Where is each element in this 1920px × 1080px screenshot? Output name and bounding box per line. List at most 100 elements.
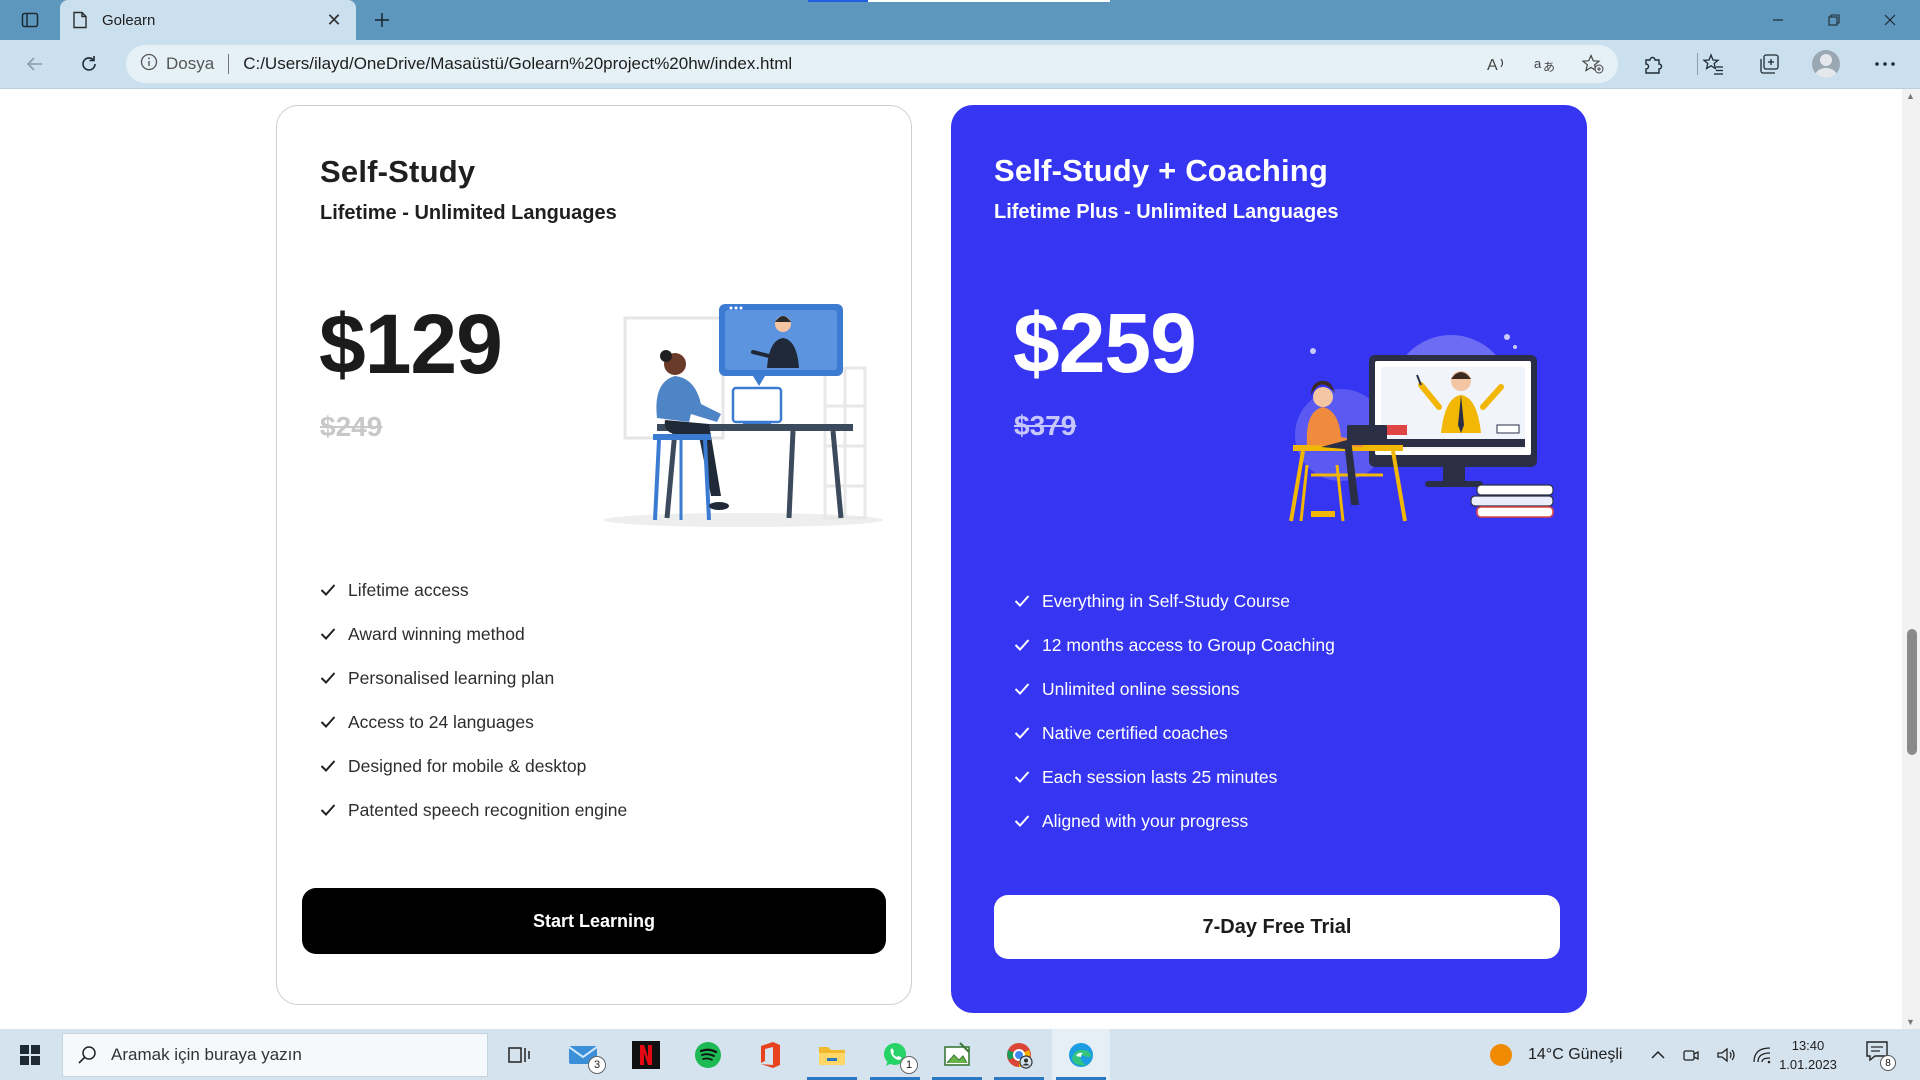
scroll-up-arrow-icon[interactable]: ▲	[1906, 91, 1915, 101]
settings-more-button[interactable]	[1868, 48, 1902, 80]
check-icon	[320, 715, 348, 729]
taskbar-office[interactable]	[741, 1029, 799, 1080]
page-icon	[73, 11, 87, 29]
clock-time: 13:40	[1791, 1038, 1825, 1053]
check-icon	[1014, 726, 1042, 740]
windows-logo-icon	[20, 1045, 40, 1065]
taskbar-whatsapp[interactable]: 1	[866, 1029, 924, 1080]
volume-icon[interactable]	[1716, 1046, 1736, 1064]
taskbar-spotify[interactable]	[679, 1029, 737, 1080]
taskbar-netflix[interactable]	[617, 1029, 675, 1080]
plan-price: $259	[1013, 296, 1197, 390]
taskbar-clock[interactable]: 13:40 1.01.2023	[1766, 1036, 1850, 1074]
plan-old-price: $249	[320, 411, 383, 442]
taskbar-mail[interactable]: 3	[554, 1029, 612, 1080]
svg-text:a: a	[1534, 56, 1542, 71]
ellipsis-icon	[1875, 62, 1895, 66]
collections-button[interactable]	[1752, 48, 1786, 80]
free-trial-button[interactable]: 7-Day Free Trial	[994, 895, 1560, 959]
check-icon	[1014, 594, 1042, 608]
address-bar[interactable]: Dosya C:/Users/ilayd/OneDrive/Masaüstü/G…	[126, 45, 1618, 83]
plan-name: Self-Study + Coaching	[994, 153, 1329, 188]
new-tab-button[interactable]	[366, 4, 398, 36]
feature-item: Everything in Self-Study Course	[1014, 579, 1335, 623]
favorites-icon	[1702, 53, 1723, 75]
tab-actions-button[interactable]	[14, 8, 46, 32]
whatsapp-badge: 1	[900, 1056, 918, 1074]
feature-label: Unlimited online sessions	[1042, 678, 1240, 699]
start-button[interactable]	[10, 1037, 50, 1073]
scroll-down-arrow-icon[interactable]: ▼	[1906, 1017, 1915, 1027]
url-scheme-label: Dosya	[166, 54, 215, 73]
taskbar-image-viewer[interactable]	[928, 1029, 986, 1080]
minimize-button[interactable]	[1750, 0, 1806, 40]
feature-item: Aligned with your progress	[1014, 799, 1335, 843]
svg-text:A: A	[1487, 57, 1498, 74]
refresh-button[interactable]	[72, 48, 106, 80]
info-icon[interactable]	[140, 53, 158, 76]
edge-icon	[1069, 1042, 1093, 1067]
browser-tab[interactable]: Golearn ✕	[60, 0, 356, 40]
check-icon	[320, 759, 348, 773]
clock-date: 1.01.2023	[1779, 1057, 1837, 1072]
url-text[interactable]: C:/Users/ilayd/OneDrive/Masaüstü/Golearn…	[243, 54, 792, 74]
system-tray	[1650, 1029, 1772, 1080]
start-learning-button[interactable]: Start Learning	[302, 888, 886, 954]
taskbar-search[interactable]: Aramak için buraya yazın	[62, 1033, 488, 1077]
check-icon	[1014, 770, 1042, 784]
page-scrollbar[interactable]: ▲ ▼	[1902, 89, 1920, 1029]
taskbar-edge[interactable]	[1052, 1029, 1110, 1080]
mail-badge: 3	[588, 1056, 606, 1074]
restore-button[interactable]	[1806, 0, 1862, 40]
close-icon[interactable]: ✕	[324, 10, 344, 31]
close-window-button[interactable]	[1862, 0, 1918, 40]
netflix-icon	[632, 1040, 660, 1069]
chrome-icon	[1007, 1042, 1033, 1069]
loading-indicator-track	[868, 0, 1110, 2]
weather-text: 14°C Güneşli	[1528, 1045, 1623, 1063]
chevron-up-icon[interactable]	[1650, 1049, 1666, 1061]
feature-label: Aligned with your progress	[1042, 810, 1249, 831]
task-view-button[interactable]	[490, 1029, 548, 1080]
refresh-icon	[82, 56, 96, 71]
taskbar-file-explorer[interactable]	[803, 1029, 861, 1080]
pricing-card-self-study-coaching: Self-Study + Coaching Lifetime Plus - Un…	[951, 105, 1587, 1013]
minimize-icon	[1773, 19, 1783, 21]
feature-label: Patented speech recognition engine	[348, 799, 628, 820]
feature-item: Lifetime access	[320, 568, 627, 612]
feature-item: Personalised learning plan	[320, 656, 627, 700]
read-aloud-icon[interactable]: A	[1486, 54, 1508, 74]
weather-widget[interactable]: 14°C Güneşli	[1490, 1029, 1622, 1080]
office-icon	[761, 1041, 780, 1068]
meet-now-icon[interactable]	[1682, 1046, 1700, 1064]
folder-icon	[819, 1046, 845, 1065]
collections-icon	[1760, 54, 1779, 74]
arrow-left-icon	[26, 57, 42, 71]
feature-list: Lifetime access Award winning method Per…	[320, 568, 627, 832]
tab-title: Golearn	[102, 11, 156, 29]
notification-center-button[interactable]: 8	[1864, 1039, 1900, 1071]
translate-icon[interactable]: a あ	[1534, 54, 1556, 74]
star-plus-icon[interactable]	[1582, 54, 1604, 74]
search-icon	[78, 1046, 96, 1064]
profile-avatar[interactable]	[1812, 50, 1840, 78]
task-view-icon	[508, 1046, 530, 1063]
favorites-button[interactable]	[1696, 48, 1730, 80]
back-button[interactable]	[18, 48, 52, 80]
check-icon	[320, 583, 348, 597]
restore-icon	[1828, 14, 1840, 26]
extensions-button[interactable]	[1636, 48, 1670, 80]
taskbar-chrome[interactable]	[990, 1029, 1048, 1080]
feature-label: Native certified coaches	[1042, 722, 1228, 743]
url-separator	[228, 54, 230, 74]
feature-label: Lifetime access	[348, 579, 469, 600]
plan-name: Self-Study	[320, 154, 476, 189]
feature-label: Personalised learning plan	[348, 667, 555, 688]
feature-item: Access to 24 languages	[320, 700, 627, 744]
scrollbar-thumb[interactable]	[1907, 629, 1917, 755]
plan-old-price: $379	[1014, 410, 1077, 441]
close-window-icon	[1884, 14, 1896, 26]
browser-tab-bar: Golearn ✕	[0, 0, 1920, 40]
feature-item: Unlimited online sessions	[1014, 667, 1335, 711]
coaching-illustration	[1289, 334, 1554, 522]
